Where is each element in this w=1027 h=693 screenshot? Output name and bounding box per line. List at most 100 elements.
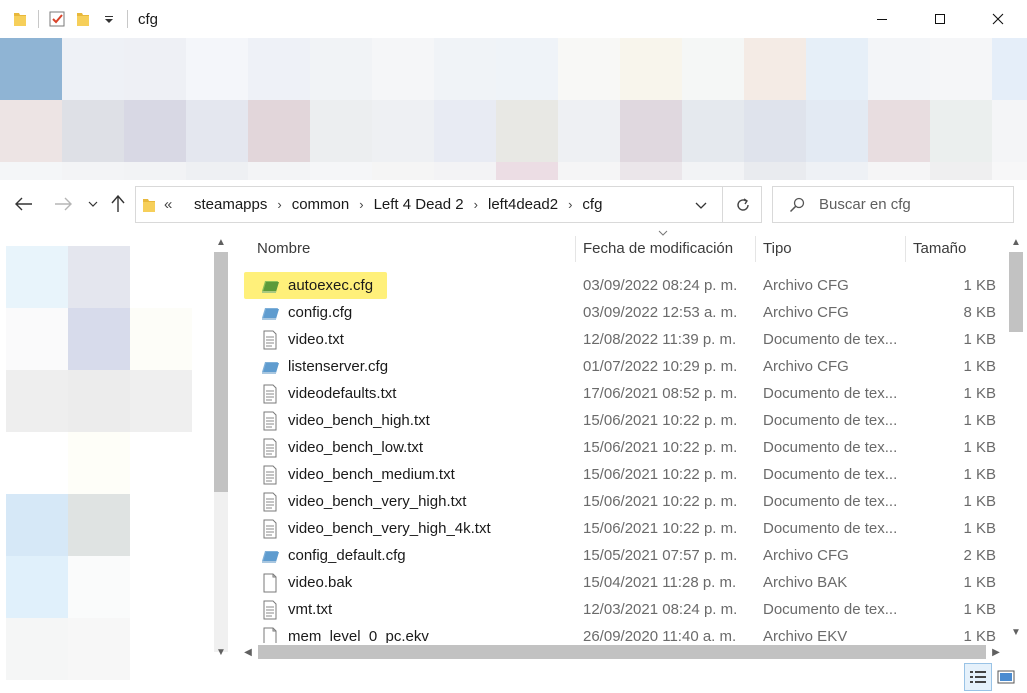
text-file-icon-graphic	[263, 411, 277, 430]
refresh-button[interactable]	[722, 186, 762, 223]
cfg-file-icon	[260, 357, 280, 377]
breadcrumb-item-cfg[interactable]: cfg	[582, 196, 602, 213]
cfg-file-icon-graphic	[262, 550, 279, 563]
file-name-cell[interactable]: video_bench_low.txt	[244, 434, 574, 461]
scroll-down-icon[interactable]: ▼	[1006, 622, 1026, 642]
scroll-left-icon[interactable]: ◀	[238, 642, 258, 662]
file-row[interactable]: video_bench_high.txt 15/06/2021 10:22 p. …	[244, 407, 1004, 434]
breadcrumb-separator-icon[interactable]: ›	[568, 197, 572, 212]
file-row[interactable]: video.txt 12/08/2022 11:39 p. m. Documento…	[244, 326, 1004, 353]
recent-locations-button[interactable]	[81, 192, 105, 216]
breadcrumb-item-steamapps[interactable]: steamapps	[194, 196, 267, 213]
file-type: Archivo CFG	[763, 304, 849, 321]
customize-toolbar-dropdown-icon[interactable]	[99, 9, 119, 29]
file-type: Documento de tex...	[763, 520, 898, 537]
file-row[interactable]: listenserver.cfg 01/07/2022 10:29 p. m. Ar…	[244, 353, 1004, 380]
file-name-wrapper: video_bench_very_high_4k.txt	[244, 515, 491, 542]
column-header-name[interactable]: Nombre	[249, 230, 310, 266]
file-size: 1 KB	[963, 574, 996, 591]
file-name-wrapper: video.bak	[244, 569, 352, 596]
cfg-file-icon	[260, 303, 280, 323]
file-name-cell[interactable]: mem_level_0_pc.ekv	[244, 623, 574, 643]
file-name-cell[interactable]: listenserver.cfg	[244, 353, 574, 380]
scroll-right-icon[interactable]: ▶	[986, 642, 1006, 662]
scroll-down-icon[interactable]: ▼	[211, 642, 231, 662]
scrollbar-thumb[interactable]	[258, 645, 986, 659]
scrollbar-thumb[interactable]	[1009, 252, 1023, 332]
file-name: config.cfg	[288, 304, 353, 321]
up-button[interactable]	[106, 192, 130, 216]
file-type: Archivo EKV	[763, 628, 848, 643]
breadcrumb-separator-icon[interactable]: ›	[474, 197, 478, 212]
file-row[interactable]: vmt.txt 12/03/2021 08:24 p. m. Documento d…	[244, 596, 1004, 623]
file-row[interactable]: autoexec.cfg 03/09/2022 08:24 p. m. Archiv…	[244, 272, 1004, 299]
breadcrumb-overflow[interactable]: «	[164, 196, 172, 213]
file-size: 1 KB	[963, 520, 996, 537]
search-input[interactable]	[819, 196, 999, 213]
file-name-wrapper: video_bench_medium.txt	[244, 461, 455, 488]
breadcrumb-item-left4dead2[interactable]: left4dead2	[488, 196, 558, 213]
close-icon	[992, 13, 1004, 25]
large-icons-view-button[interactable]	[992, 663, 1020, 691]
column-header-size[interactable]: Tamaño	[905, 230, 966, 266]
scroll-up-icon[interactable]: ▲	[211, 232, 231, 252]
close-button[interactable]	[969, 0, 1027, 38]
file-name-cell[interactable]: video_bench_high.txt	[244, 407, 574, 434]
new-folder-icon[interactable]	[73, 9, 93, 29]
scroll-up-icon[interactable]: ▲	[1006, 232, 1026, 252]
navigation-pane-scrollbar[interactable]: ▲ ▼	[211, 230, 231, 663]
properties-icon[interactable]	[47, 9, 67, 29]
breadcrumb-item-common[interactable]: common	[292, 196, 350, 213]
details-view-button[interactable]	[964, 663, 992, 691]
file-name: video_bench_very_high.txt	[288, 493, 467, 510]
file-name-cell[interactable]: video_bench_very_high_4k.txt	[244, 515, 574, 542]
breadcrumb-separator-icon[interactable]: ›	[359, 197, 363, 212]
forward-button[interactable]	[51, 192, 75, 216]
address-bar[interactable]: « steamapps › common › Left 4 Dead 2 › l…	[135, 186, 762, 223]
file-row[interactable]: video.bak 15/04/2021 11:28 p. m. Archivo B…	[244, 569, 1004, 596]
file-name-cell[interactable]: videodefaults.txt	[244, 380, 574, 407]
file-name-cell[interactable]: config.cfg	[244, 299, 574, 326]
cfg-file-icon-graphic	[262, 361, 279, 374]
file-name-cell[interactable]: video_bench_very_high.txt	[244, 488, 574, 515]
file-row[interactable]: video_bench_very_high_4k.txt 15/06/2021 1…	[244, 515, 1004, 542]
file-name: video.bak	[288, 574, 353, 591]
file-name-wrapper: video_bench_very_high.txt	[244, 488, 466, 515]
file-date: 17/06/2021 08:52 p. m.	[583, 385, 738, 402]
file-row[interactable]: video_bench_medium.txt 15/06/2021 10:22 p…	[244, 461, 1004, 488]
file-row[interactable]: video_bench_low.txt 15/06/2021 10:22 p. m…	[244, 434, 1004, 461]
file-name-cell[interactable]: video_bench_medium.txt	[244, 461, 574, 488]
file-type: Documento de tex...	[763, 412, 898, 429]
file-row[interactable]: mem_level_0_pc.ekv 26/09/2020 11:40 a. m.…	[244, 623, 1004, 643]
column-header-date[interactable]: Fecha de modificación	[575, 230, 733, 266]
minimize-button[interactable]	[853, 0, 911, 38]
folder-icon	[142, 197, 156, 213]
file-date: 15/06/2021 10:22 p. m.	[583, 439, 738, 456]
file-list-horizontal-scrollbar[interactable]: ◀ ▶	[236, 642, 1006, 662]
scrollbar-thumb[interactable]	[214, 252, 228, 492]
file-type: Archivo CFG	[763, 547, 849, 564]
file-name-cell[interactable]: video.txt	[244, 326, 574, 353]
address-history-dropdown[interactable]	[695, 197, 707, 214]
column-header-type[interactable]: Tipo	[755, 230, 792, 266]
folder-icon[interactable]	[10, 9, 30, 29]
file-name-cell[interactable]: vmt.txt	[244, 596, 574, 623]
file-name-cell[interactable]: autoexec.cfg	[244, 272, 574, 299]
minimize-icon	[877, 19, 887, 20]
ribbon-blurred	[0, 38, 1027, 180]
maximize-button[interactable]	[911, 0, 969, 38]
file-date: 15/06/2021 10:22 p. m.	[583, 520, 738, 537]
text-file-icon	[260, 384, 280, 404]
breadcrumb-item-left-4-dead-2[interactable]: Left 4 Dead 2	[374, 196, 464, 213]
file-name-cell[interactable]: video.bak	[244, 569, 574, 596]
file-row[interactable]: video_bench_very_high.txt 15/06/2021 10:2…	[244, 488, 1004, 515]
file-list-vertical-scrollbar[interactable]: ▲ ▼	[1006, 230, 1026, 643]
file-name-cell[interactable]: config_default.cfg	[244, 542, 574, 569]
search-box[interactable]	[772, 186, 1014, 223]
breadcrumb-separator-icon[interactable]: ›	[277, 197, 281, 212]
file-size: 1 KB	[963, 331, 996, 348]
file-row[interactable]: videodefaults.txt 17/06/2021 08:52 p. m. D…	[244, 380, 1004, 407]
back-button[interactable]	[12, 192, 36, 216]
file-row[interactable]: config_default.cfg 15/05/2021 07:57 p. m.…	[244, 542, 1004, 569]
file-row[interactable]: config.cfg 03/09/2022 12:53 a. m. Archivo …	[244, 299, 1004, 326]
